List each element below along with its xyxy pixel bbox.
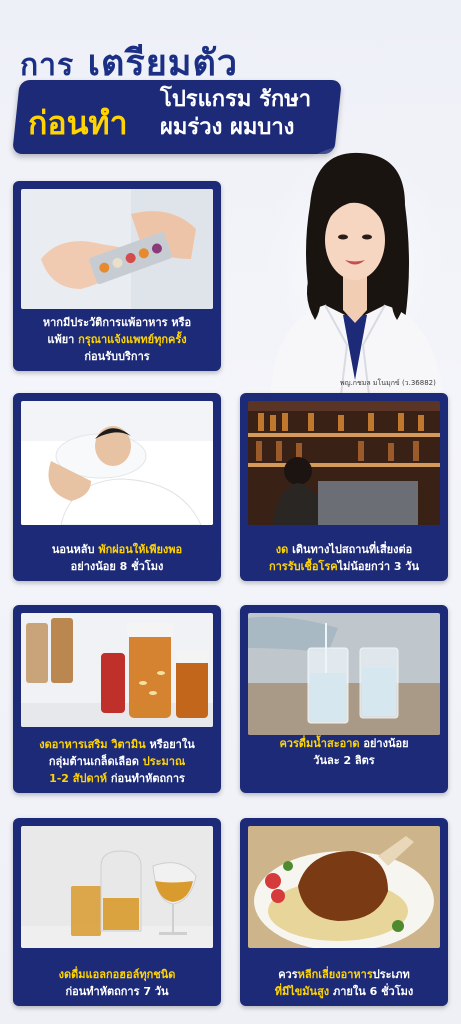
caption-text: กลุ่มต้านเกล็ดเลือด (48, 755, 143, 768)
caption-text: ประเภท (372, 968, 410, 981)
caption-highlight: ประมาณ (142, 755, 186, 768)
caption-line: 1-2 สัปดาห์ ก่อนทำหัตถการ (17, 770, 217, 787)
caption-highlight: การรับเชื้อโรค (268, 560, 338, 573)
caption-highlight: 1-2 สัปดาห์ (49, 772, 111, 785)
title-program-line-1: โปรแกรม รักษา (160, 87, 312, 112)
card-sleep-caption: นอนหลับ พักผ่อนให้เพียงพอ อย่างน้อย 8 ชั… (17, 541, 217, 575)
caption-line: อย่างน้อย 8 ชั่วโมง (17, 558, 217, 575)
caption-highlight: งดดื่มแอลกอฮอล์ทุกชนิด (58, 968, 176, 981)
caption-line: ก่อนทำหัตถการ 7 วัน (17, 983, 217, 1000)
caption-text: ควร (278, 968, 298, 981)
bar-shelves-photo (248, 401, 440, 525)
card-allergy: หากมีประวัติการแพ้อาหาร หรือ แพ้ยา กรุณา… (13, 181, 221, 371)
card-travel: งด เดินทางไปสถานที่เสี่ยงต่อ การรับเชื้อ… (240, 393, 448, 581)
caption-text: ก่อนรับบริการ (84, 350, 150, 363)
caption-line: งดอาหารเสริม วิตามิน หรือยาใน (17, 736, 217, 753)
caption-line: ควรดื่มน้ำสะอาด อย่างน้อย (244, 735, 444, 752)
card-fatty-food-caption: ควรหลีกเลี่ยงอาหารประเภท ที่มีไขมันสูง ภ… (244, 966, 444, 1000)
caption-text: หรือยาใน (149, 738, 195, 751)
title-prefix: การ (20, 48, 75, 83)
alcohol-glasses-photo (21, 826, 213, 948)
caption-highlight: งดอาหารเสริม วิตามิน (39, 738, 150, 751)
caption-line: งดดื่มแอลกอฮอล์ทุกชนิด (17, 966, 217, 983)
caption-line: กลุ่มต้านเกล็ดเลือด ประมาณ (17, 753, 217, 770)
fatty-meat-dish-photo (248, 826, 440, 948)
caption-text: ไม่น้อยกว่า 3 วัน (337, 560, 420, 573)
caption-highlight: หลีกเลี่ยงอาหาร (297, 968, 373, 981)
card-allergy-caption: หากมีประวัติการแพ้อาหาร หรือ แพ้ยา กรุณา… (17, 314, 217, 365)
title-program-line-2: ผมร่วง ผมบาง (160, 115, 295, 140)
caption-text: หากมีประวัติการแพ้อาหาร หรือ (42, 316, 192, 329)
card-sleep: นอนหลับ พักผ่อนให้เพียงพอ อย่างน้อย 8 ชั… (13, 393, 221, 581)
caption-highlight: ที่มีไขมันสูง (274, 985, 333, 998)
supplement-bottles-photo (21, 613, 213, 727)
caption-line: ควรหลีกเลี่ยงอาหารประเภท (244, 966, 444, 983)
water-glasses-photo (248, 613, 440, 735)
title-main: เตรียมตัว (87, 43, 239, 84)
caption-line: วันละ 2 ลิตร (244, 752, 444, 769)
caption-text: เดินทางไปสถานที่เสี่ยงต่อ (292, 543, 413, 556)
caption-line: ที่มีไขมันสูง ภายใน 6 ชั่วโมง (244, 983, 444, 1000)
caption-text: ก่อนทำหัตถการ 7 วัน (65, 985, 169, 998)
card-fatty-food: ควรหลีกเลี่ยงอาหารประเภท ที่มีไขมันสูง ภ… (240, 818, 448, 1006)
doctor-caption: พญ.กชมล มโนมุกข์ (ว.36882) (340, 379, 436, 387)
caption-line: หากมีประวัติการแพ้อาหาร หรือ (17, 314, 217, 331)
card-water-caption: ควรดื่มน้ำสะอาด อย่างน้อย วันละ 2 ลิตร (244, 735, 444, 769)
card-water: ควรดื่มน้ำสะอาด อย่างน้อย วันละ 2 ลิตร (240, 605, 448, 793)
caption-highlight: ควรดื่มน้ำสะอาด (279, 737, 364, 750)
caption-line: แพ้ยา กรุณาแจ้งแพทย์ทุกครั้ง (17, 331, 217, 348)
caption-text: นอนหลับ (51, 543, 99, 556)
caption-highlight: พักผ่อนให้เพียงพอ (98, 543, 183, 556)
caption-text: อย่างน้อย (363, 737, 409, 750)
caption-text: ก่อนทำหัตถการ (110, 772, 185, 785)
caption-line: นอนหลับ พักผ่อนให้เพียงพอ (17, 541, 217, 558)
title-highlight: ก่อนทำ (28, 104, 128, 142)
sleeping-man-photo (21, 401, 213, 525)
card-travel-caption: งด เดินทางไปสถานที่เสี่ยงต่อ การรับเชื้อ… (244, 541, 444, 575)
caption-highlight: งด (275, 543, 293, 556)
caption-line: งด เดินทางไปสถานที่เสี่ยงต่อ (244, 541, 444, 558)
doctor-portrait (255, 145, 455, 395)
pills-in-hand-photo (21, 189, 213, 309)
card-alcohol: งดดื่มแอลกอฮอล์ทุกชนิด ก่อนทำหัตถการ 7 ว… (13, 818, 221, 1006)
caption-line: ก่อนรับบริการ (17, 348, 217, 365)
caption-line: การรับเชื้อโรคไม่น้อยกว่า 3 วัน (244, 558, 444, 575)
caption-text: อย่างน้อย 8 ชั่วโมง (70, 560, 164, 573)
card-supplements-caption: งดอาหารเสริม วิตามิน หรือยาใน กลุ่มต้านเ… (17, 736, 217, 787)
caption-text: วันละ 2 ลิตร (313, 754, 375, 767)
caption-highlight: กรุณาแจ้งแพทย์ทุกครั้ง (78, 333, 187, 346)
caption-text: ภายใน 6 ชั่วโมง (333, 985, 414, 998)
caption-text: แพ้ยา (47, 333, 79, 346)
card-supplements: งดอาหารเสริม วิตามิน หรือยาใน กลุ่มต้านเ… (13, 605, 221, 793)
title-program: โปรแกรม รักษา ผมร่วง ผมบาง (160, 86, 336, 142)
card-alcohol-caption: งดดื่มแอลกอฮอล์ทุกชนิด ก่อนทำหัตถการ 7 ว… (17, 966, 217, 1000)
